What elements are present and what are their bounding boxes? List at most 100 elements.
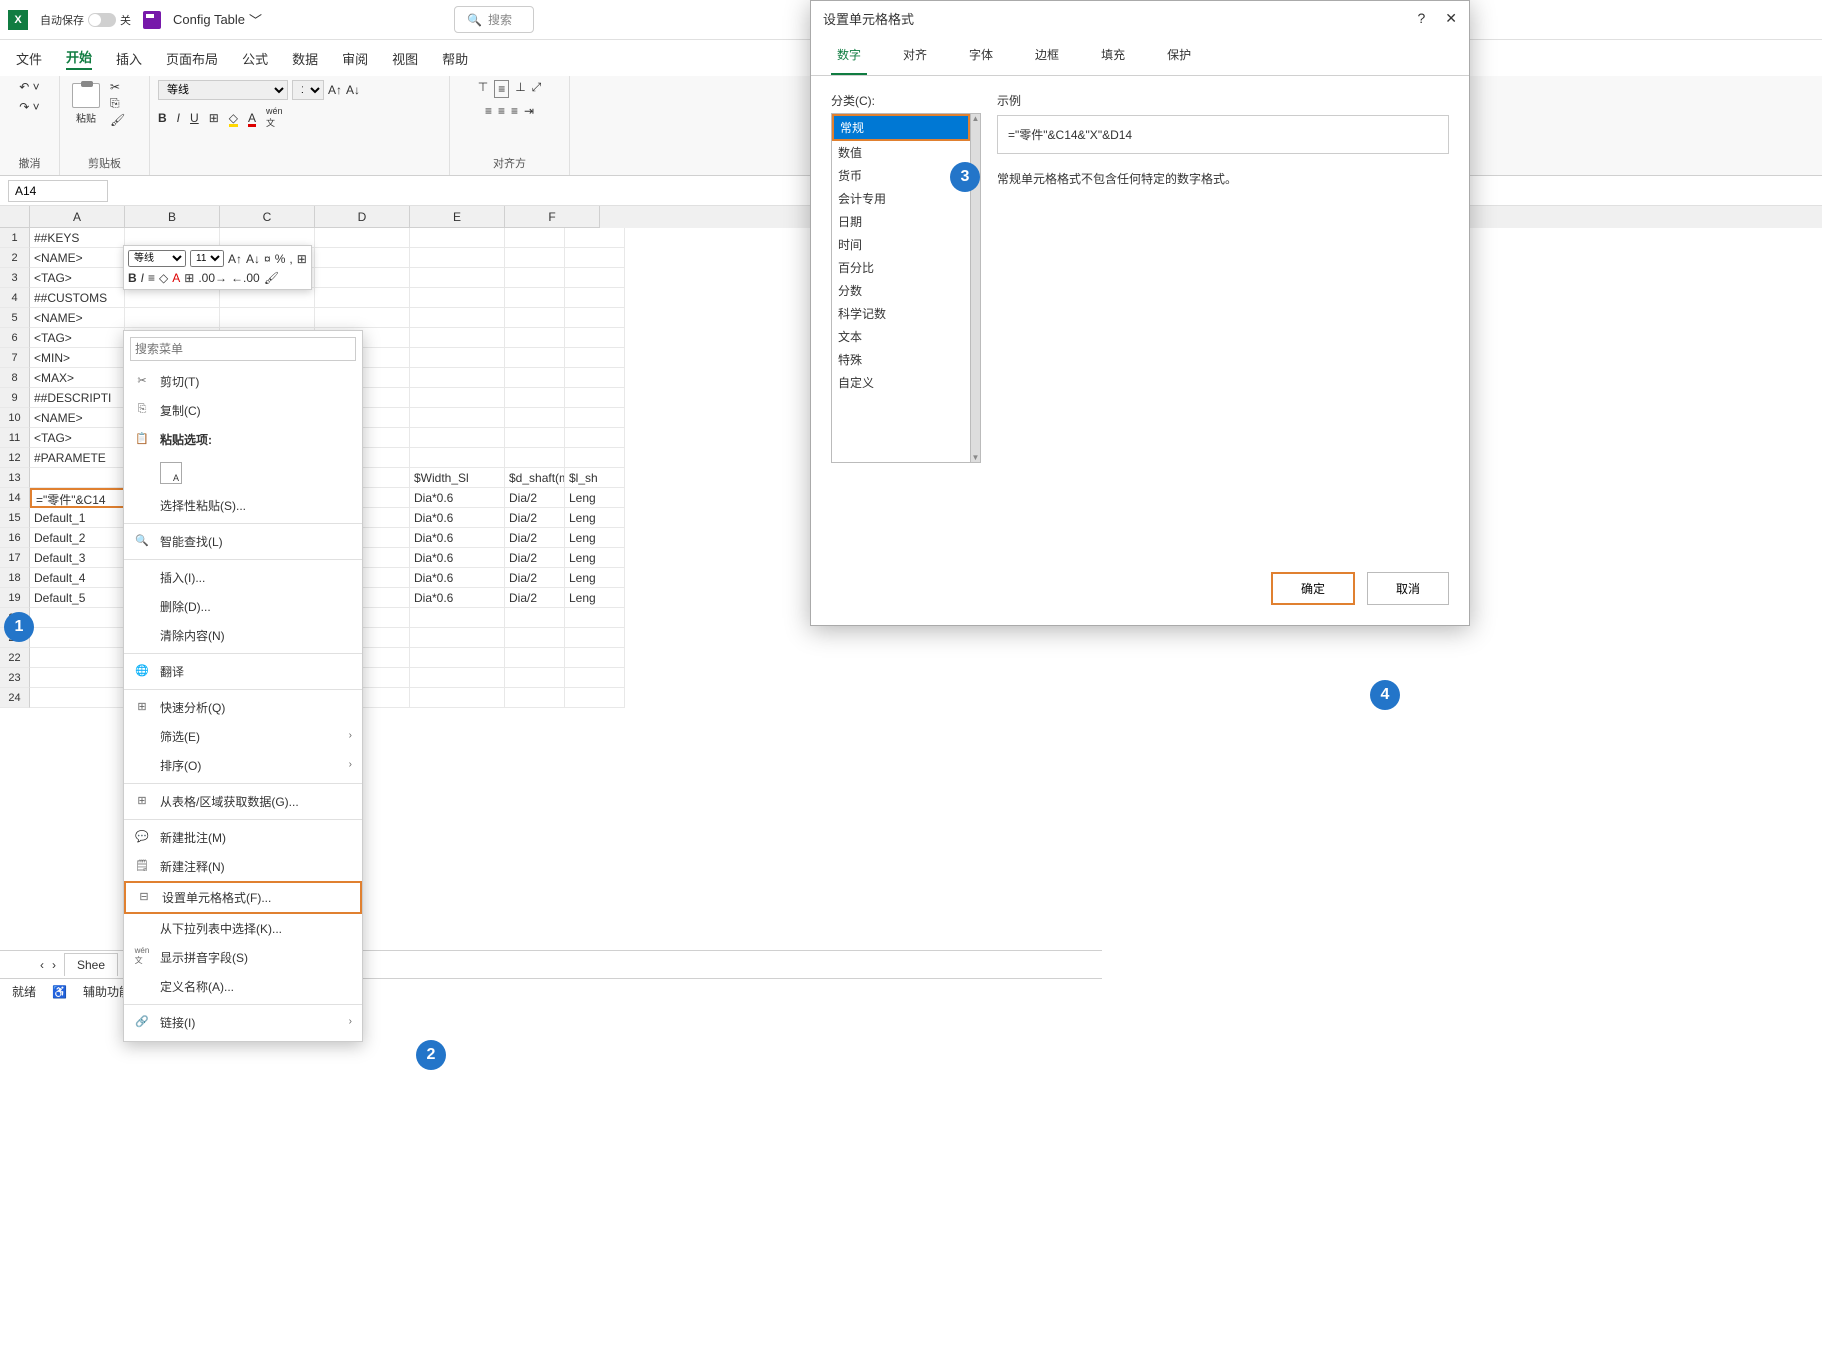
category-custom[interactable]: 自定义 [832, 371, 970, 394]
cell[interactable]: Leng [565, 588, 625, 608]
mini-italic[interactable]: I [141, 271, 144, 285]
scroll-up-icon[interactable]: ▲ [972, 114, 980, 123]
cell[interactable]: ##CUSTOMS [30, 288, 125, 308]
cell[interactable] [220, 288, 315, 308]
cell[interactable] [410, 228, 505, 248]
cell[interactable]: Default_2 [30, 528, 125, 548]
cm-translate[interactable]: 🌐翻译 [124, 657, 362, 686]
cell[interactable] [505, 248, 565, 268]
align-center-icon[interactable]: ≡ [498, 104, 505, 118]
cell[interactable] [30, 648, 125, 668]
row-header[interactable]: 4 [0, 288, 30, 308]
copy-icon[interactable]: ⎘ [110, 96, 125, 111]
category-number[interactable]: 数值 [832, 141, 970, 164]
cell[interactable] [565, 248, 625, 268]
col-header-d[interactable]: D [315, 206, 410, 228]
row-header[interactable]: 10 [0, 408, 30, 428]
category-percentage[interactable]: 百分比 [832, 256, 970, 279]
cell[interactable]: Leng [565, 548, 625, 568]
cell[interactable] [410, 608, 505, 628]
col-header-f[interactable]: F [505, 206, 600, 228]
italic-button[interactable]: I [177, 111, 180, 125]
cell[interactable] [565, 308, 625, 328]
cell[interactable] [410, 668, 505, 688]
align-icon[interactable]: ≡ [148, 271, 155, 285]
cm-clear[interactable]: 清除内容(N) [124, 621, 362, 650]
cm-define-name[interactable]: 定义名称(A)... [124, 972, 362, 1001]
cell[interactable] [410, 268, 505, 288]
cell[interactable] [565, 348, 625, 368]
tab-font[interactable]: 字体 [963, 36, 999, 75]
sheet-tab[interactable]: Shee [64, 953, 118, 976]
cell[interactable] [565, 328, 625, 348]
cell[interactable] [565, 428, 625, 448]
cell[interactable] [565, 368, 625, 388]
cell[interactable]: <MAX> [30, 368, 125, 388]
cell[interactable] [505, 688, 565, 708]
menu-view[interactable]: 视图 [392, 49, 418, 68]
cm-link[interactable]: 🔗链接(I)› [124, 1008, 362, 1037]
cell[interactable]: Leng [565, 528, 625, 548]
cm-format-cells[interactable]: ⊟设置单元格格式(F)... [124, 881, 362, 914]
cell[interactable] [410, 408, 505, 428]
cm-cut[interactable]: ✂剪切(T) [124, 367, 362, 396]
cell[interactable]: Default_3 [30, 548, 125, 568]
cell[interactable] [565, 228, 625, 248]
cell[interactable]: ##KEYS [30, 228, 125, 248]
cell[interactable] [505, 388, 565, 408]
menu-data[interactable]: 数据 [292, 49, 318, 68]
cell[interactable] [125, 308, 220, 328]
cm-smart-lookup[interactable]: 🔍智能查找(L) [124, 527, 362, 556]
cell[interactable] [410, 648, 505, 668]
cell[interactable] [565, 268, 625, 288]
format-painter-icon[interactable]: 🖌 [264, 271, 279, 285]
cm-sort[interactable]: 排序(O)› [124, 751, 362, 780]
tab-number[interactable]: 数字 [831, 36, 867, 75]
cell[interactable]: <NAME> [30, 308, 125, 328]
cell[interactable]: ##DESCRIPTI [30, 388, 125, 408]
decrease-decimal-icon[interactable]: .00→ [198, 271, 227, 285]
align-right-icon[interactable]: ≡ [511, 104, 518, 118]
shrink-font-icon[interactable]: A↓ [246, 252, 260, 266]
cell[interactable] [315, 248, 410, 268]
cell[interactable]: Dia*0.6 [410, 568, 505, 588]
cell[interactable]: <NAME> [30, 408, 125, 428]
mini-size-select[interactable]: 11 [190, 250, 224, 267]
increase-decimal-icon[interactable]: ←.00 [231, 271, 260, 285]
cell[interactable] [410, 308, 505, 328]
category-time[interactable]: 时间 [832, 233, 970, 256]
redo-icon[interactable]: ↷ ˅ [19, 100, 39, 114]
cm-new-note[interactable]: 🗒新建注释(N) [124, 852, 362, 881]
cell[interactable] [505, 408, 565, 428]
cm-show-pinyin[interactable]: wén文显示拼音字段(S) [124, 943, 362, 972]
cut-icon[interactable]: ✂ [110, 80, 125, 94]
cell[interactable]: Dia/2 [505, 508, 565, 528]
row-header[interactable]: 2 [0, 248, 30, 268]
row-header[interactable]: 16 [0, 528, 30, 548]
comma-icon[interactable]: , [289, 252, 292, 266]
cell[interactable]: Dia/2 [505, 548, 565, 568]
cm-get-data[interactable]: ⊞从表格/区域获取数据(G)... [124, 787, 362, 816]
category-general[interactable]: 常规 [832, 114, 970, 141]
row-header[interactable]: 9 [0, 388, 30, 408]
col-header-b[interactable]: B [125, 206, 220, 228]
pinyin-icon[interactable]: wén文 [266, 106, 283, 129]
currency-icon[interactable]: ¤ [264, 252, 271, 266]
cm-pick-from-list[interactable]: 从下拉列表中选择(K)... [124, 914, 362, 943]
cancel-button[interactable]: 取消 [1367, 572, 1449, 605]
col-header-e[interactable]: E [410, 206, 505, 228]
cell[interactable] [410, 328, 505, 348]
cell[interactable] [505, 668, 565, 688]
paste-button[interactable]: 粘贴 [68, 83, 104, 125]
cell[interactable] [505, 368, 565, 388]
save-icon[interactable] [143, 11, 161, 29]
sheet-nav-prev-icon[interactable]: ‹ [40, 958, 44, 972]
cell[interactable] [125, 288, 220, 308]
name-box[interactable] [8, 180, 108, 202]
cell[interactable]: Dia/2 [505, 488, 565, 508]
cell[interactable] [565, 648, 625, 668]
cell[interactable]: Dia*0.6 [410, 508, 505, 528]
cell[interactable]: <NAME> [30, 248, 125, 268]
cell[interactable] [30, 628, 125, 648]
mini-font-select[interactable]: 等线 [128, 250, 186, 267]
